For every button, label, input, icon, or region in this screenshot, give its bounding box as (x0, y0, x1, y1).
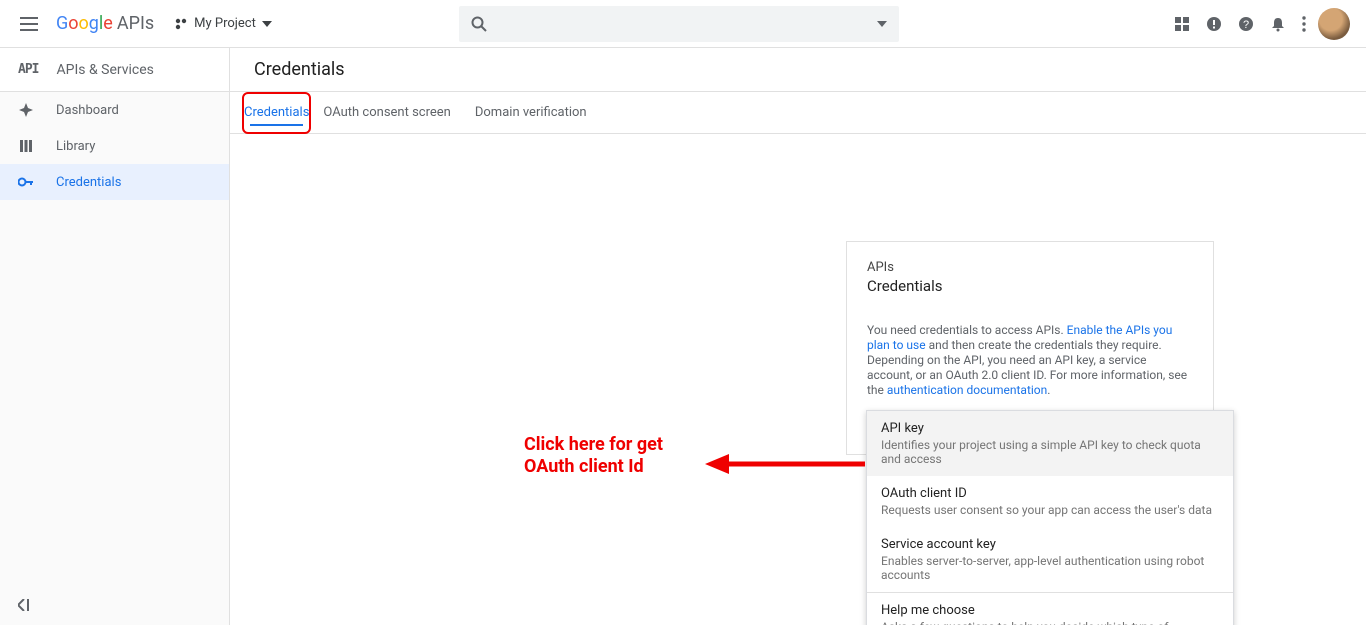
avatar[interactable] (1318, 8, 1350, 40)
content: APIs Credentials You need credentials to… (230, 134, 1366, 625)
page-title: Credentials (230, 48, 1366, 92)
tab-credentials[interactable]: Credentials (242, 92, 311, 134)
auth-docs-link[interactable]: authentication documentation (887, 383, 1047, 397)
main: Credentials Credentials OAuth consent sc… (230, 48, 1366, 625)
project-dots-icon (174, 17, 188, 31)
card-description: You need credentials to access APIs. Ena… (867, 323, 1193, 398)
logo-suffix: APIs (117, 13, 154, 34)
menu-item-title: API key (881, 421, 1219, 436)
api-icon: API (18, 62, 38, 77)
menu-item-title: OAuth client ID (881, 486, 1219, 501)
menu-item-service-account-key[interactable]: Service account key Enables server-to-se… (867, 527, 1233, 592)
tabs: Credentials OAuth consent screen Domain … (230, 92, 1366, 134)
dashboard-icon (18, 103, 34, 117)
tab-domain-verification[interactable]: Domain verification (463, 92, 599, 134)
collapse-sidebar-icon[interactable] (0, 585, 229, 625)
search-dropdown-icon[interactable] (877, 21, 887, 27)
gift-icon[interactable] (1166, 8, 1198, 40)
key-icon (18, 177, 34, 187)
tab-oauth-consent[interactable]: OAuth consent screen (311, 92, 462, 134)
annotation-arrow-icon (705, 454, 875, 484)
bell-icon[interactable] (1262, 8, 1294, 40)
kebab-icon[interactable] (1294, 8, 1314, 40)
svg-text:?: ? (1243, 19, 1249, 31)
menu-item-api-key[interactable]: API key Identifies your project using a … (867, 411, 1233, 476)
sidebar-title: APIs & Services (56, 62, 153, 78)
sidebar-item-label: Library (56, 139, 95, 154)
caret-down-icon (262, 21, 272, 27)
menu-item-desc: Requests user consent so your app can ac… (881, 503, 1219, 517)
menu-item-help-me-choose[interactable]: Help me choose Asks a few questions to h… (867, 593, 1233, 625)
annotation-text: Click here for get OAuth client Id (524, 434, 663, 478)
card-title: Credentials (867, 277, 1193, 295)
google-apis-logo[interactable]: Google APIs (56, 13, 154, 34)
create-credentials-menu: API key Identifies your project using a … (866, 410, 1234, 625)
menu-item-desc: Enables server-to-server, app-level auth… (881, 554, 1219, 582)
menu-item-oauth-client-id[interactable]: OAuth client ID Requests user consent so… (867, 476, 1233, 527)
search-input[interactable] (459, 6, 899, 42)
alert-icon[interactable] (1198, 8, 1230, 40)
sidebar-item-label: Dashboard (56, 103, 119, 118)
menu-item-desc: Identifies your project using a simple A… (881, 438, 1219, 466)
project-selector[interactable]: My Project (174, 16, 272, 31)
sidebar-header[interactable]: API APIs & Services (0, 48, 229, 92)
menu-item-title: Service account key (881, 537, 1219, 552)
menu-item-title: Help me choose (881, 603, 1219, 618)
top-bar: Google APIs My Project ? (0, 0, 1366, 48)
project-name: My Project (194, 16, 256, 31)
search-icon (471, 16, 487, 32)
hamburger-icon[interactable] (8, 5, 50, 43)
sidebar-item-library[interactable]: Library (0, 128, 229, 164)
library-icon (18, 139, 34, 153)
menu-item-desc: Asks a few questions to help you decide … (881, 620, 1219, 625)
sidebar-item-label: Credentials (56, 175, 121, 190)
help-icon[interactable]: ? (1230, 8, 1262, 40)
sidebar-item-credentials[interactable]: Credentials (0, 164, 229, 200)
top-right-actions: ? (1166, 8, 1350, 40)
sidebar: API APIs & Services Dashboard Library Cr… (0, 48, 230, 625)
card-eyebrow: APIs (867, 260, 1193, 275)
sidebar-item-dashboard[interactable]: Dashboard (0, 92, 229, 128)
